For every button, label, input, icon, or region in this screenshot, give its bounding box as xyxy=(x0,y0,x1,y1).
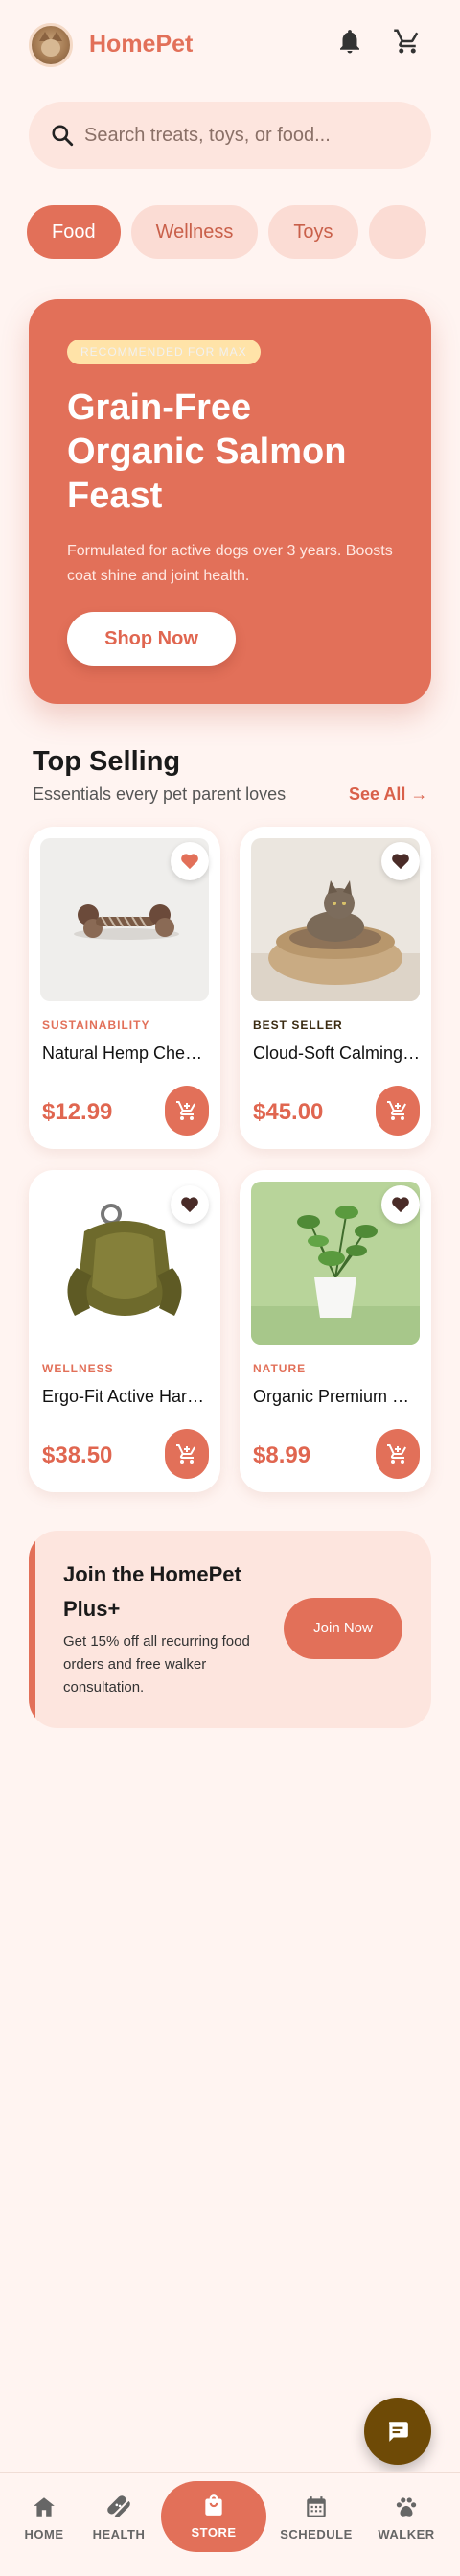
add-to-cart-button[interactable] xyxy=(376,1429,420,1479)
bottom-nav: HOME HEALTH STORE SCHEDULE WALKER xyxy=(0,2472,460,2576)
paw-icon xyxy=(396,2497,417,2517)
hero-title: Grain-Free Organic Salmon Feast xyxy=(67,387,347,516)
home-icon xyxy=(34,2497,55,2517)
promo-accent-bar xyxy=(29,1531,35,1728)
favorite-heart-icon[interactable] xyxy=(381,842,420,880)
search-bar[interactable] xyxy=(29,102,431,169)
chip-wellness[interactable]: Wellness xyxy=(130,205,259,259)
nav-label: SCHEDULE xyxy=(280,2527,353,2541)
user-avatar[interactable] xyxy=(29,23,73,67)
nav-label: HEALTH xyxy=(92,2527,146,2541)
nav-label: STORE xyxy=(191,2525,237,2540)
product-card[interactable]: SUSTAINABILITY Natural Hemp Chew Toy $12… xyxy=(29,827,220,1149)
hero-description: Formulated for active dogs over 3 years.… xyxy=(67,543,393,584)
product-price: $12.99 xyxy=(42,1099,113,1125)
product-name: Organic Premium Catnip xyxy=(253,1387,422,1406)
product-card[interactable]: WELLNESS Ergo-Fit Active Harness $38.50 xyxy=(29,1170,220,1492)
search-input[interactable] xyxy=(84,119,410,152)
brand-name: HomePet xyxy=(89,31,194,58)
favorite-heart-icon[interactable] xyxy=(171,842,209,880)
section-title: Top Selling xyxy=(33,746,181,777)
promo-description: Get 15% off all recurring food orders an… xyxy=(63,1633,250,1696)
cart-icon[interactable] xyxy=(393,27,422,56)
recommended-badge: RECOMMENDED FOR MAX xyxy=(67,340,261,364)
product-category: BEST SELLER xyxy=(253,1019,343,1032)
nav-label: WALKER xyxy=(378,2527,435,2541)
calendar-icon xyxy=(307,2496,326,2517)
product-card[interactable]: BEST SELLER Cloud-Soft Calming Bed $45.0… xyxy=(240,827,431,1149)
nav-home[interactable]: HOME xyxy=(6,2494,82,2541)
nav-schedule[interactable]: SCHEDULE xyxy=(278,2494,355,2541)
nav-store[interactable]: STORE xyxy=(161,2481,266,2552)
product-name: Cloud-Soft Calming Bed xyxy=(253,1043,422,1063)
chip-more[interactable] xyxy=(368,205,426,259)
chip-toys[interactable]: Toys xyxy=(268,205,358,259)
category-chips: Food Wellness Toys xyxy=(27,205,460,259)
product-price: $38.50 xyxy=(42,1442,113,1468)
join-now-button[interactable]: Join Now xyxy=(284,1598,402,1659)
product-price: $8.99 xyxy=(253,1442,311,1468)
product-price: $45.00 xyxy=(253,1099,324,1125)
product-category: NATURE xyxy=(253,1362,307,1375)
shopping-bag-icon xyxy=(205,2494,222,2516)
add-to-cart-button[interactable] xyxy=(165,1086,209,1136)
membership-promo: Join the HomePet Plus+ Get 15% off all r… xyxy=(29,1531,431,1728)
app-header: HomePet xyxy=(0,0,460,92)
nav-walker[interactable]: WALKER xyxy=(368,2494,445,2541)
product-name: Ergo-Fit Active Harness xyxy=(42,1387,211,1406)
product-card[interactable]: NATURE Organic Premium Catnip $8.99 xyxy=(240,1170,431,1492)
favorite-heart-icon[interactable] xyxy=(381,1185,420,1224)
section-subtitle: Essentials every pet parent loves xyxy=(33,785,287,804)
nav-health[interactable]: HEALTH xyxy=(80,2494,157,2541)
product-category: SUSTAINABILITY xyxy=(42,1019,150,1032)
bell-icon[interactable] xyxy=(335,27,364,56)
shop-now-button[interactable]: Shop Now xyxy=(67,612,236,666)
chat-fab[interactable] xyxy=(364,2398,431,2465)
nav-label: HOME xyxy=(24,2527,64,2541)
promo-title: Join the HomePet Plus+ xyxy=(63,1562,242,1621)
search-icon xyxy=(50,123,75,148)
favorite-heart-icon[interactable] xyxy=(171,1185,209,1224)
add-to-cart-button[interactable] xyxy=(376,1086,420,1136)
chat-icon xyxy=(389,2422,408,2442)
product-category: WELLNESS xyxy=(42,1362,114,1375)
see-all-link[interactable]: See All → xyxy=(349,785,427,805)
product-name: Natural Hemp Chew Toy xyxy=(42,1043,211,1063)
bandage-icon xyxy=(107,2495,130,2517)
hero-banner: RECOMMENDED FOR MAX Grain-Free Organic S… xyxy=(29,299,431,704)
add-to-cart-button[interactable] xyxy=(165,1429,209,1479)
chip-food[interactable]: Food xyxy=(27,205,121,259)
